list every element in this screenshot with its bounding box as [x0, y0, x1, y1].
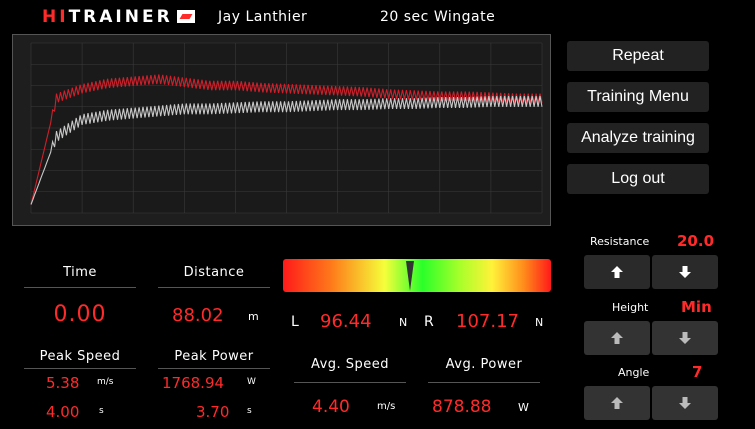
height-stepper [584, 321, 718, 355]
avg-power-divider [428, 382, 540, 383]
peak-speed-divider [24, 368, 136, 369]
left-right-balance-bar [283, 259, 551, 292]
avg-power-unit: W [518, 401, 529, 414]
hitrainer-logo: HITRAINER [42, 7, 195, 27]
arrow-down-icon [679, 397, 691, 409]
avg-speed-divider [294, 382, 406, 383]
right-force-value: 107.17 [456, 311, 519, 332]
training-chart [12, 34, 551, 226]
time-divider [24, 287, 136, 288]
left-force-value: 96.44 [320, 311, 372, 332]
resistance-value: 20.0 [677, 232, 715, 250]
time-label: Time [63, 265, 97, 280]
avg-speed-label: Avg. Speed [310, 357, 390, 372]
logout-button[interactable]: Log out [567, 164, 709, 194]
angle-value: 7 [692, 363, 703, 381]
user-name: Jay Lanthier [218, 9, 308, 25]
avg-power-label: Avg. Power [445, 357, 523, 372]
peak-power-unit: W [247, 377, 256, 387]
logo-mark-icon [176, 10, 195, 23]
left-force-side: L [291, 314, 299, 330]
angle-label: Angle [618, 366, 650, 379]
program-title: 20 sec Wingate [380, 9, 496, 25]
distance-unit: m [248, 310, 259, 323]
peak-speed-unit: m/s [97, 377, 114, 387]
arrow-down-icon [679, 332, 691, 344]
right-force-unit: N [535, 316, 544, 329]
training-menu-button[interactable]: Training Menu [567, 82, 709, 112]
peak-power-time: 3.70 [196, 403, 230, 421]
time-value: 0.00 [53, 302, 107, 327]
right-force-side: R [424, 314, 434, 330]
analyze-training-button[interactable]: Analyze training [567, 123, 709, 153]
peak-speed-time-unit: s [99, 406, 104, 416]
avg-power-value: 878.88 [432, 397, 492, 417]
distance-label: Distance [183, 265, 245, 280]
left-force-unit: N [399, 316, 408, 329]
avg-speed-unit: m/s [377, 401, 396, 412]
balance-needle [406, 261, 415, 291]
angle-up-button[interactable] [584, 386, 650, 420]
peak-power-value: 1768.94 [162, 374, 225, 392]
resistance-down-button[interactable] [652, 255, 718, 289]
peak-power-label: Peak Power [174, 349, 254, 364]
resistance-up-button[interactable] [584, 255, 650, 289]
peak-speed-time: 4.00 [46, 403, 80, 421]
distance-divider [158, 287, 270, 288]
height-label: Height [612, 301, 649, 314]
angle-down-button[interactable] [652, 386, 718, 420]
peak-speed-label: Peak Speed [39, 349, 121, 364]
arrow-up-icon [611, 266, 623, 278]
arrow-down-icon [679, 266, 691, 278]
arrow-up-icon [611, 332, 623, 344]
angle-stepper [584, 386, 718, 420]
peak-power-divider [158, 368, 270, 369]
height-value: Min [681, 298, 712, 316]
avg-speed-value: 4.40 [312, 397, 350, 417]
resistance-stepper [584, 255, 718, 289]
chart-svg [30, 42, 543, 214]
arrow-up-icon [611, 397, 623, 409]
repeat-button[interactable]: Repeat [567, 41, 709, 71]
peak-power-time-unit: s [247, 406, 252, 416]
height-down-button[interactable] [652, 321, 718, 355]
distance-value: 88.02 [172, 305, 224, 326]
peak-speed-value: 5.38 [46, 374, 80, 392]
resistance-label: Resistance [590, 235, 650, 248]
height-up-button[interactable] [584, 321, 650, 355]
